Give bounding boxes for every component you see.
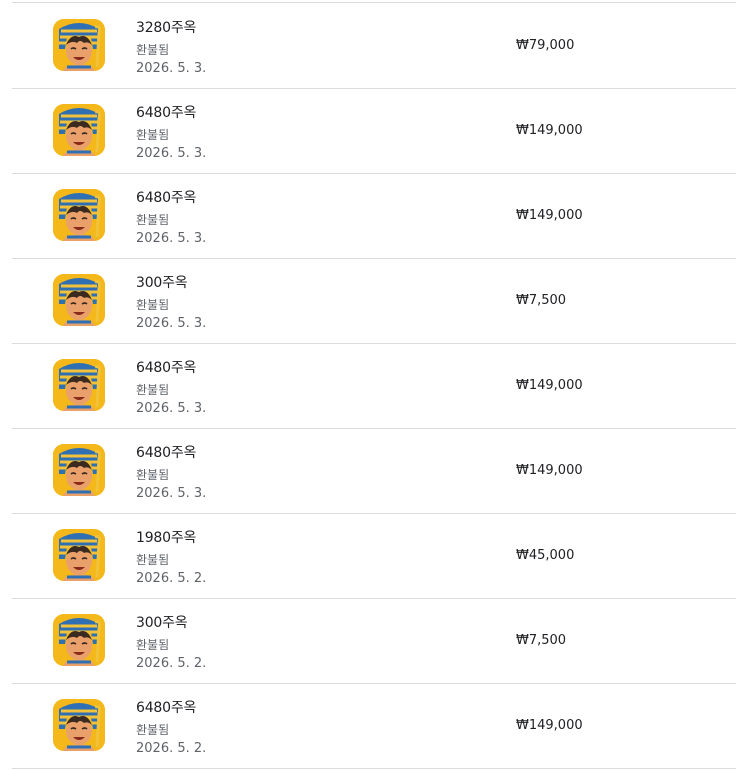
item-price: ₩7,500 [516, 293, 567, 308]
item-name: 6480주옥 [136, 445, 197, 461]
purchase-date: 2026. 5. 2. [136, 571, 207, 586]
refund-status: 환불됨 [136, 638, 170, 652]
item-name: 6480주옥 [136, 190, 197, 206]
purchase-date: 2026. 5. 2. [136, 656, 207, 671]
purchase-row[interactable]: 6480주옥 환불됨 2026. 5. 2. ₩149,000 [12, 683, 736, 769]
game-app-icon [53, 274, 105, 326]
item-name: 3280주옥 [136, 20, 197, 36]
game-app-icon [53, 529, 105, 581]
purchase-date: 2026. 5. 3. [136, 61, 207, 76]
item-name: 300주옥 [136, 615, 188, 631]
game-app-icon [53, 104, 105, 156]
purchase-row[interactable]: 6480주옥 환불됨 2026. 5. 3. ₩149,000 [12, 428, 736, 514]
game-app-icon [53, 699, 105, 751]
item-name: 6480주옥 [136, 700, 197, 716]
item-price: ₩45,000 [516, 548, 575, 563]
refund-status: 환불됨 [136, 298, 170, 312]
item-price: ₩149,000 [516, 208, 583, 223]
item-price: ₩149,000 [516, 718, 583, 733]
refund-status: 환불됨 [136, 43, 170, 57]
purchase-row[interactable]: 3280주옥 환불됨 2026. 5. 3. ₩79,000 [12, 3, 736, 89]
item-name: 6480주옥 [136, 360, 197, 376]
refund-status: 환불됨 [136, 468, 170, 482]
refund-status: 환불됨 [136, 553, 170, 567]
purchase-row[interactable]: 300주옥 환불됨 2026. 5. 3. ₩7,500 [12, 258, 736, 344]
purchase-row[interactable]: 1980주옥 환불됨 2026. 5. 2. ₩45,000 [12, 513, 736, 599]
game-app-icon [53, 19, 105, 71]
purchase-date: 2026. 5. 3. [136, 316, 207, 331]
purchase-row[interactable]: 6480주옥 환불됨 2026. 5. 3. ₩149,000 [12, 88, 736, 174]
game-app-icon [53, 444, 105, 496]
purchase-row[interactable]: 6480주옥 환불됨 2026. 5. 3. ₩149,000 [12, 343, 736, 429]
purchase-date: 2026. 5. 3. [136, 401, 207, 416]
item-price: ₩79,000 [516, 38, 575, 53]
item-price: ₩7,500 [516, 633, 567, 648]
item-price: ₩149,000 [516, 378, 583, 393]
purchase-history-list: 3280주옥 환불됨 2026. 5. 3. ₩79,000 6480주옥 환불… [0, 0, 736, 770]
purchase-date: 2026. 5. 2. [136, 741, 207, 756]
item-name: 1980주옥 [136, 530, 197, 546]
item-price: ₩149,000 [516, 123, 583, 138]
item-price: ₩149,000 [516, 463, 583, 478]
game-app-icon [53, 189, 105, 241]
refund-status: 환불됨 [136, 383, 170, 397]
purchase-row[interactable]: 300주옥 환불됨 2026. 5. 2. ₩7,500 [12, 598, 736, 684]
purchase-row[interactable]: 6480주옥 환불됨 2026. 5. 3. ₩149,000 [12, 173, 736, 259]
item-name: 300주옥 [136, 275, 188, 291]
game-app-icon [53, 614, 105, 666]
game-app-icon [53, 359, 105, 411]
refund-status: 환불됨 [136, 723, 170, 737]
purchase-date: 2026. 5. 3. [136, 486, 207, 501]
purchase-date: 2026. 5. 3. [136, 231, 207, 246]
purchase-date: 2026. 5. 3. [136, 146, 207, 161]
item-name: 6480주옥 [136, 105, 197, 121]
refund-status: 환불됨 [136, 213, 170, 227]
refund-status: 환불됨 [136, 128, 170, 142]
